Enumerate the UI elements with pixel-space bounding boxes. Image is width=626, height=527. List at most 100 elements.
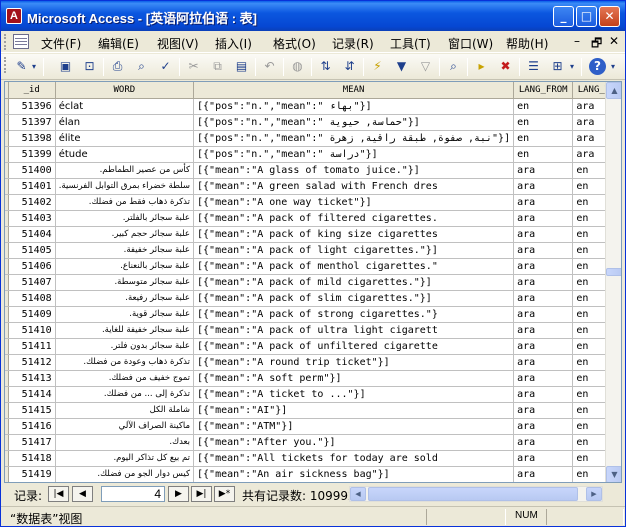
cell-mean[interactable]: [{"mean":"A green salad with French dres: [193, 178, 515, 195]
cell-lang-from[interactable]: ara: [513, 178, 574, 195]
cell-lang-from[interactable]: ara: [513, 290, 574, 307]
scroll-left-arrow-icon[interactable]: ◀: [350, 487, 366, 501]
cell-mean[interactable]: [{"pos":"n.","mean":" بهاء"}]: [193, 98, 515, 115]
table-row[interactable]: 51412 تذكرة ذهاب وعودة من فضلك. [{"mean":"…: [5, 354, 621, 371]
cell-lang-from[interactable]: ara: [513, 354, 574, 371]
access-app-icon[interactable]: A: [6, 8, 22, 24]
previous-record-button[interactable]: ◀: [72, 486, 93, 502]
doc-restore-button[interactable]: 🗗: [591, 34, 602, 55]
cell-lang-from[interactable]: ara: [513, 194, 574, 211]
table-row[interactable]: 51401 سلطة خضراء بمرق التوابل الفرنسية.[{…: [5, 178, 621, 195]
cell-mean[interactable]: [{"mean":"A round trip ticket"}]: [193, 354, 515, 371]
find-icon[interactable]: ⌕: [445, 58, 462, 75]
table-row[interactable]: 51409 علبة سجائر قوية. [{"mean":"A pack of…: [5, 306, 621, 323]
cell-lang-from[interactable]: en: [513, 114, 574, 131]
menu-file[interactable]: 文件(F): [41, 35, 81, 52]
column-header-mean[interactable]: MEAN: [193, 82, 515, 99]
cell-id[interactable]: 51397: [8, 114, 56, 131]
cell-word[interactable]: علبة سجائر رفيعة.: [55, 290, 195, 307]
cell-word[interactable]: ماكينة الصراف الآلي: [55, 418, 195, 435]
cell-lang-from[interactable]: en: [513, 98, 574, 115]
cell-mean[interactable]: [{"mean":"A pack of ultra light cigarett: [193, 322, 515, 339]
cell-word[interactable]: علبة سجائر خفيفة للغاية.: [55, 322, 195, 339]
cell-lang-from[interactable]: ara: [513, 306, 574, 323]
menu-window[interactable]: 窗口(W): [448, 35, 493, 52]
table-row[interactable]: 51396 éclat [{"pos":"n.","mean":" بهاء"}] e…: [5, 98, 621, 115]
cell-word[interactable]: تذكرة ذهاب فقط من فضلك.: [55, 194, 195, 211]
cell-word[interactable]: علبة سجائر حجم كبير.: [55, 226, 195, 243]
cell-lang-from[interactable]: ara: [513, 450, 574, 467]
current-record-input[interactable]: 4: [101, 486, 165, 502]
new-record-icon[interactable]: ▸: [473, 58, 490, 75]
table-row[interactable]: 51402 تذكرة ذهاب فقط من فضلك. [{"mean":"A …: [5, 194, 621, 211]
cell-word[interactable]: كأس من عصير الطماطم.: [55, 162, 195, 179]
cell-lang-from[interactable]: ara: [513, 162, 574, 179]
new-object-dropdown-icon[interactable]: ▾: [567, 58, 577, 75]
cell-word[interactable]: شاملة الكل: [55, 402, 195, 419]
cell-mean[interactable]: [{"mean":"A soft perm"}]: [193, 370, 515, 387]
cell-mean[interactable]: [{"pos":"n.","mean":" نبة, صفوة, طبقة را…: [193, 130, 515, 147]
column-header-word[interactable]: WORD: [55, 82, 195, 99]
cell-word[interactable]: علبة سجائر بدون فلتر.: [55, 338, 195, 355]
menu-view[interactable]: 视图(V): [157, 35, 199, 52]
cell-id[interactable]: 51402: [8, 194, 56, 211]
table-row[interactable]: 51406 علبة سجائر بالنعناع. [{"mean":"A pac…: [5, 258, 621, 275]
cell-mean[interactable]: [{"mean":"All tickets for today are sold: [193, 450, 515, 467]
toolbar-grip-handle[interactable]: [4, 57, 7, 73]
table-row[interactable]: 51400 كأس من عصير الطماطم. [{"mean":"A gla…: [5, 162, 621, 179]
first-record-button[interactable]: |◀: [48, 486, 69, 502]
last-record-button[interactable]: ▶|: [191, 486, 212, 502]
table-row[interactable]: 51414 تذكرة إلى ... من فضلك. [{"mean":"A t…: [5, 386, 621, 403]
vertical-scrollbar[interactable]: ▲ ▼: [605, 82, 621, 482]
cell-mean[interactable]: [{"mean":"A pack of menthol cigarettes.": [193, 258, 515, 275]
cell-lang-from[interactable]: ara: [513, 386, 574, 403]
menu-insert[interactable]: 插入(I): [215, 35, 252, 52]
spelling-icon[interactable]: ✓: [157, 58, 174, 75]
cell-mean[interactable]: [{"mean":"A ticket to ..."}]: [193, 386, 515, 403]
table-row[interactable]: 51411 علبة سجائر بدون فلتر. [{"mean":"A pa…: [5, 338, 621, 355]
next-record-button[interactable]: ▶: [168, 486, 189, 502]
menu-records[interactable]: 记录(R): [332, 35, 374, 52]
hyperlink-icon[interactable]: ◍: [289, 58, 306, 75]
cell-mean[interactable]: [{"mean":"A pack of light cigarettes."}]: [193, 242, 515, 259]
new-record-button[interactable]: ▶*: [214, 486, 235, 502]
table-row[interactable]: 51398 élite [{"pos":"n.","mean":" نبة, صفو…: [5, 130, 621, 147]
cell-id[interactable]: 51407: [8, 274, 56, 291]
cell-id[interactable]: 51417: [8, 434, 56, 451]
cell-id[interactable]: 51403: [8, 210, 56, 227]
cell-id[interactable]: 51400: [8, 162, 56, 179]
cell-lang-from[interactable]: ara: [513, 466, 574, 482]
cell-lang-from[interactable]: ara: [513, 418, 574, 435]
undo-icon[interactable]: ↶: [261, 58, 278, 75]
cell-word[interactable]: علبة سجائر بالنعناع.: [55, 258, 195, 275]
cell-lang-from[interactable]: ara: [513, 370, 574, 387]
table-row[interactable]: 51399 étude [{"pos":"n.","mean":" دراسة"}]…: [5, 146, 621, 163]
filter-by-selection-icon[interactable]: ⚡: [369, 58, 386, 75]
title-bar[interactable]: A Microsoft Access - [英语阿拉伯语 : 表] _ □ ✕: [1, 1, 625, 31]
horizontal-scroll-thumb[interactable]: [368, 487, 578, 501]
cell-mean[interactable]: [{"mean":"A pack of strong cigarettes."}: [193, 306, 515, 323]
design-view-icon[interactable]: ✎: [13, 58, 30, 75]
toolbar-options-icon[interactable]: ▾: [608, 58, 618, 75]
cell-lang-from[interactable]: ara: [513, 434, 574, 451]
cell-id[interactable]: 51413: [8, 370, 56, 387]
cell-mean[interactable]: [{"mean":"A pack of filtered cigarettes.: [193, 210, 515, 227]
cell-word[interactable]: علبة سجائر متوسطة.: [55, 274, 195, 291]
doc-minimize-button[interactable]: –: [574, 34, 580, 48]
table-row[interactable]: 51408 علبة سجائر رفيعة. [{"mean":"A pack o…: [5, 290, 621, 307]
cell-word[interactable]: élan: [55, 114, 195, 131]
cell-mean[interactable]: [{"mean":"ATM"}]: [193, 418, 515, 435]
cell-lang-from[interactable]: ara: [513, 258, 574, 275]
cell-word[interactable]: علبة سجائر خفيفة.: [55, 242, 195, 259]
cell-id[interactable]: 51415: [8, 402, 56, 419]
properties-icon[interactable]: ☰: [525, 58, 542, 75]
cell-mean[interactable]: [{"pos":"n.","mean":" حماسة, حيوية"}]: [193, 114, 515, 131]
cut-icon[interactable]: ✂: [185, 58, 202, 75]
copy-icon[interactable]: ⧉: [209, 58, 226, 75]
datasheet-icon[interactable]: [13, 34, 29, 49]
scroll-up-arrow-icon[interactable]: ▲: [606, 82, 621, 99]
cell-lang-from[interactable]: en: [513, 130, 574, 147]
cell-word[interactable]: تذكرة إلى ... من فضلك.: [55, 386, 195, 403]
minimize-button[interactable]: _: [553, 6, 574, 27]
column-header-id[interactable]: _id: [8, 82, 56, 99]
